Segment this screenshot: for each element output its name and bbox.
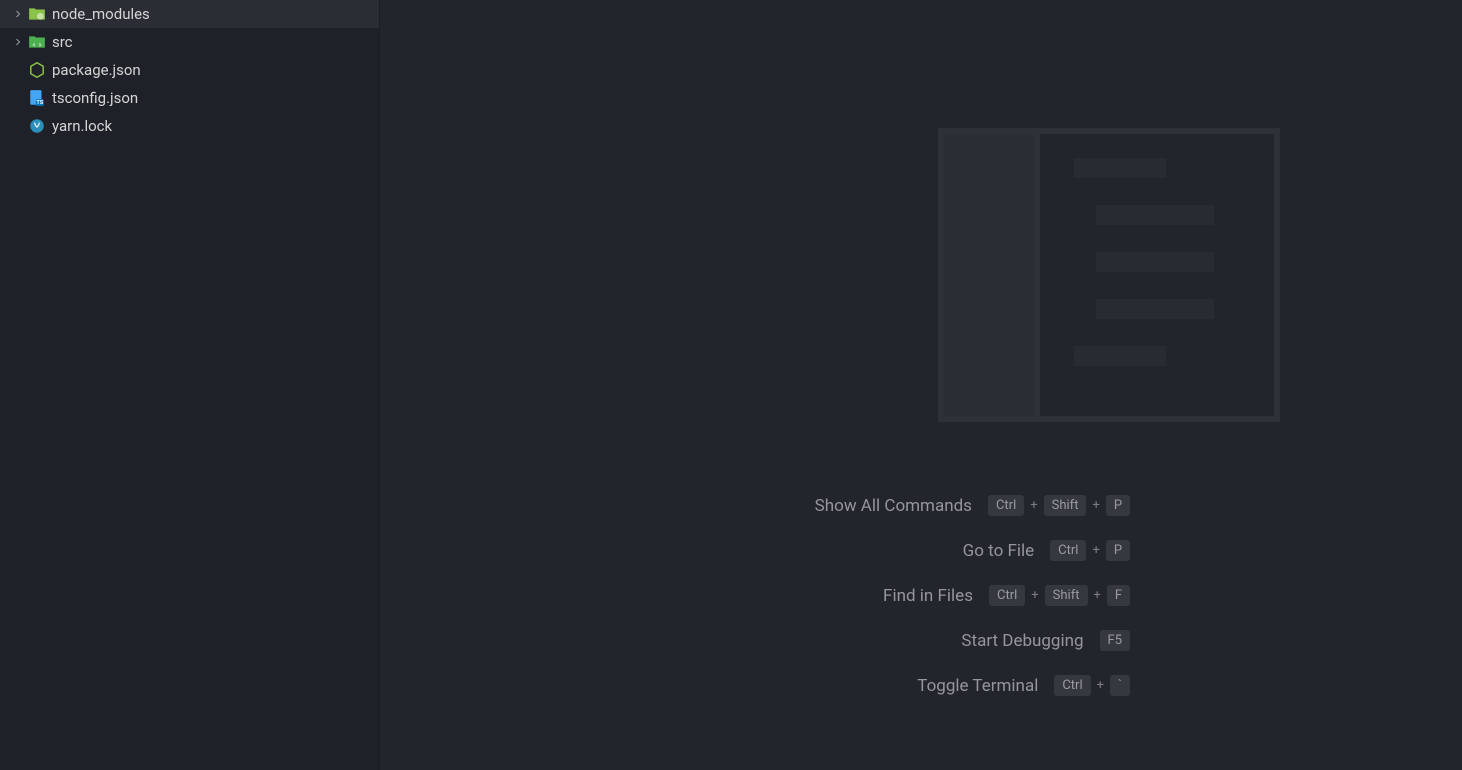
shortcut-find-in-files[interactable]: Find in Files Ctrl + Shift + F: [712, 585, 1130, 606]
shortcut-label: Start Debugging: [824, 631, 1084, 651]
plus-separator: +: [1030, 498, 1037, 513]
tree-item-label: package.json: [52, 61, 141, 79]
shortcut-go-to-file[interactable]: Go to File Ctrl + P: [712, 540, 1130, 561]
shortcut-toggle-terminal[interactable]: Toggle Terminal Ctrl + `: [712, 675, 1130, 696]
tree-item-node-modules[interactable]: node_modules: [0, 0, 379, 28]
tree-item-yarn-lock[interactable]: yarn.lock: [0, 112, 379, 140]
plus-separator: +: [1092, 543, 1099, 558]
shortcut-keys: Ctrl + Shift + P: [988, 495, 1130, 516]
tree-item-label: src: [52, 33, 73, 51]
key: Ctrl: [1050, 540, 1086, 561]
editor-empty-state: Show All Commands Ctrl + Shift + P Go to…: [380, 0, 1462, 770]
tsconfig-icon: TS: [28, 89, 46, 107]
shortcut-keys: Ctrl + P: [1050, 540, 1130, 561]
shortcut-label: Toggle Terminal: [778, 676, 1038, 696]
key: Shift: [1044, 495, 1087, 516]
key: F: [1107, 585, 1130, 606]
key: `: [1110, 675, 1130, 696]
tree-item-label: node_modules: [52, 5, 150, 23]
folder-node-modules-icon: [28, 5, 46, 23]
plus-separator: +: [1093, 588, 1100, 603]
plus-separator: +: [1031, 588, 1038, 603]
plus-separator: +: [1097, 678, 1104, 693]
key: Ctrl: [988, 495, 1024, 516]
shortcuts-list: Show All Commands Ctrl + Shift + P Go to…: [712, 495, 1130, 696]
shortcut-keys: F5: [1100, 630, 1131, 651]
key: F5: [1100, 630, 1131, 651]
explorer-sidebar: node_modules src package.json TS tsconfi…: [0, 0, 380, 770]
key: Ctrl: [989, 585, 1025, 606]
tree-item-src[interactable]: src: [0, 28, 379, 56]
shortcut-label: Find in Files: [713, 586, 973, 606]
shortcut-keys: Ctrl + Shift + F: [989, 585, 1130, 606]
yarn-icon: [28, 117, 46, 135]
tree-item-label: tsconfig.json: [52, 89, 138, 107]
shortcut-keys: Ctrl + `: [1054, 675, 1130, 696]
shortcut-show-all-commands[interactable]: Show All Commands Ctrl + Shift + P: [712, 495, 1130, 516]
folder-src-icon: [28, 33, 46, 51]
shortcut-label: Go to File: [774, 541, 1034, 561]
tree-item-label: yarn.lock: [52, 117, 112, 135]
key: P: [1106, 540, 1130, 561]
layout-watermark-icon: [938, 128, 1280, 422]
tree-item-tsconfig-json[interactable]: TS tsconfig.json: [0, 84, 379, 112]
shortcut-label: Show All Commands: [712, 496, 972, 516]
key: P: [1106, 495, 1130, 516]
chevron-right-icon: [10, 34, 26, 50]
shortcut-start-debugging[interactable]: Start Debugging F5: [712, 630, 1130, 651]
plus-separator: +: [1092, 498, 1099, 513]
key: Ctrl: [1054, 675, 1090, 696]
tree-item-package-json[interactable]: package.json: [0, 56, 379, 84]
key: Shift: [1045, 585, 1088, 606]
nodejs-icon: [28, 61, 46, 79]
svg-text:TS: TS: [36, 100, 43, 106]
chevron-right-icon: [10, 6, 26, 22]
